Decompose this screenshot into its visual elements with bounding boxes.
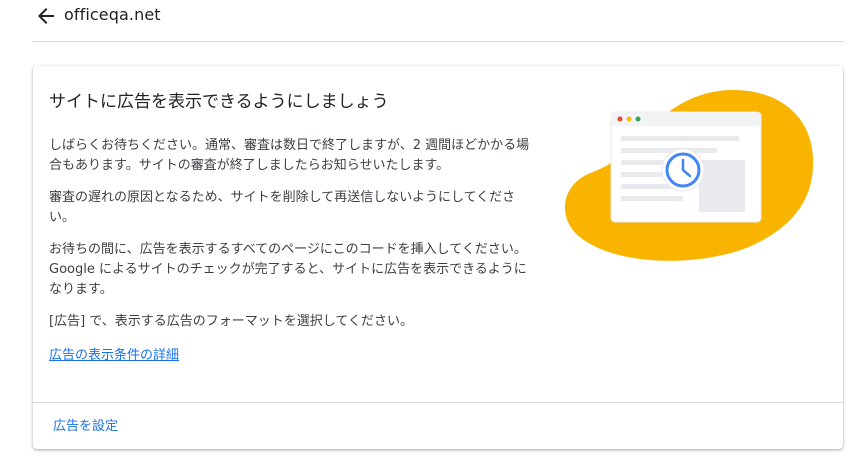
top-bar: officeqa.net [32,0,844,42]
ad-requirements-link[interactable]: 広告の表示条件の詳細 [49,346,179,366]
site-review-illustration [564,90,814,261]
card-body: しばらくお待ちください。通常、審査は数日で終了しますが、2 週間ほどかかる場合も… [49,136,539,366]
arrow-back-icon [38,8,54,24]
card-footer: 広告を設定 [33,402,843,450]
site-review-card: サイトに広告を表示できるようにしましょう しばらくお待ちください。通常、審査は数… [33,66,843,449]
setup-ads-button[interactable]: 広告を設定 [45,415,126,439]
resubmit-warning-text: 審査の遅れの原因となるため、サイトを削除して再送信しないようにしてください。 [49,190,516,225]
clock-icon [661,148,705,192]
insert-code-text: お待ちの間に、広告を表示するすべてのページにこのコードを挿入してください。Goo… [49,242,527,297]
back-button[interactable] [34,4,58,28]
site-name: officeqa.net [64,5,161,24]
card-title: サイトに広告を表示できるようにしましょう [49,92,389,112]
ad-format-text: [広告] で、表示する広告のフォーマットを選択してください。 [49,314,413,329]
review-time-text: しばらくお待ちください。通常、審査は数日で終了しますが、2 週間ほどかかる場合も… [49,138,530,173]
